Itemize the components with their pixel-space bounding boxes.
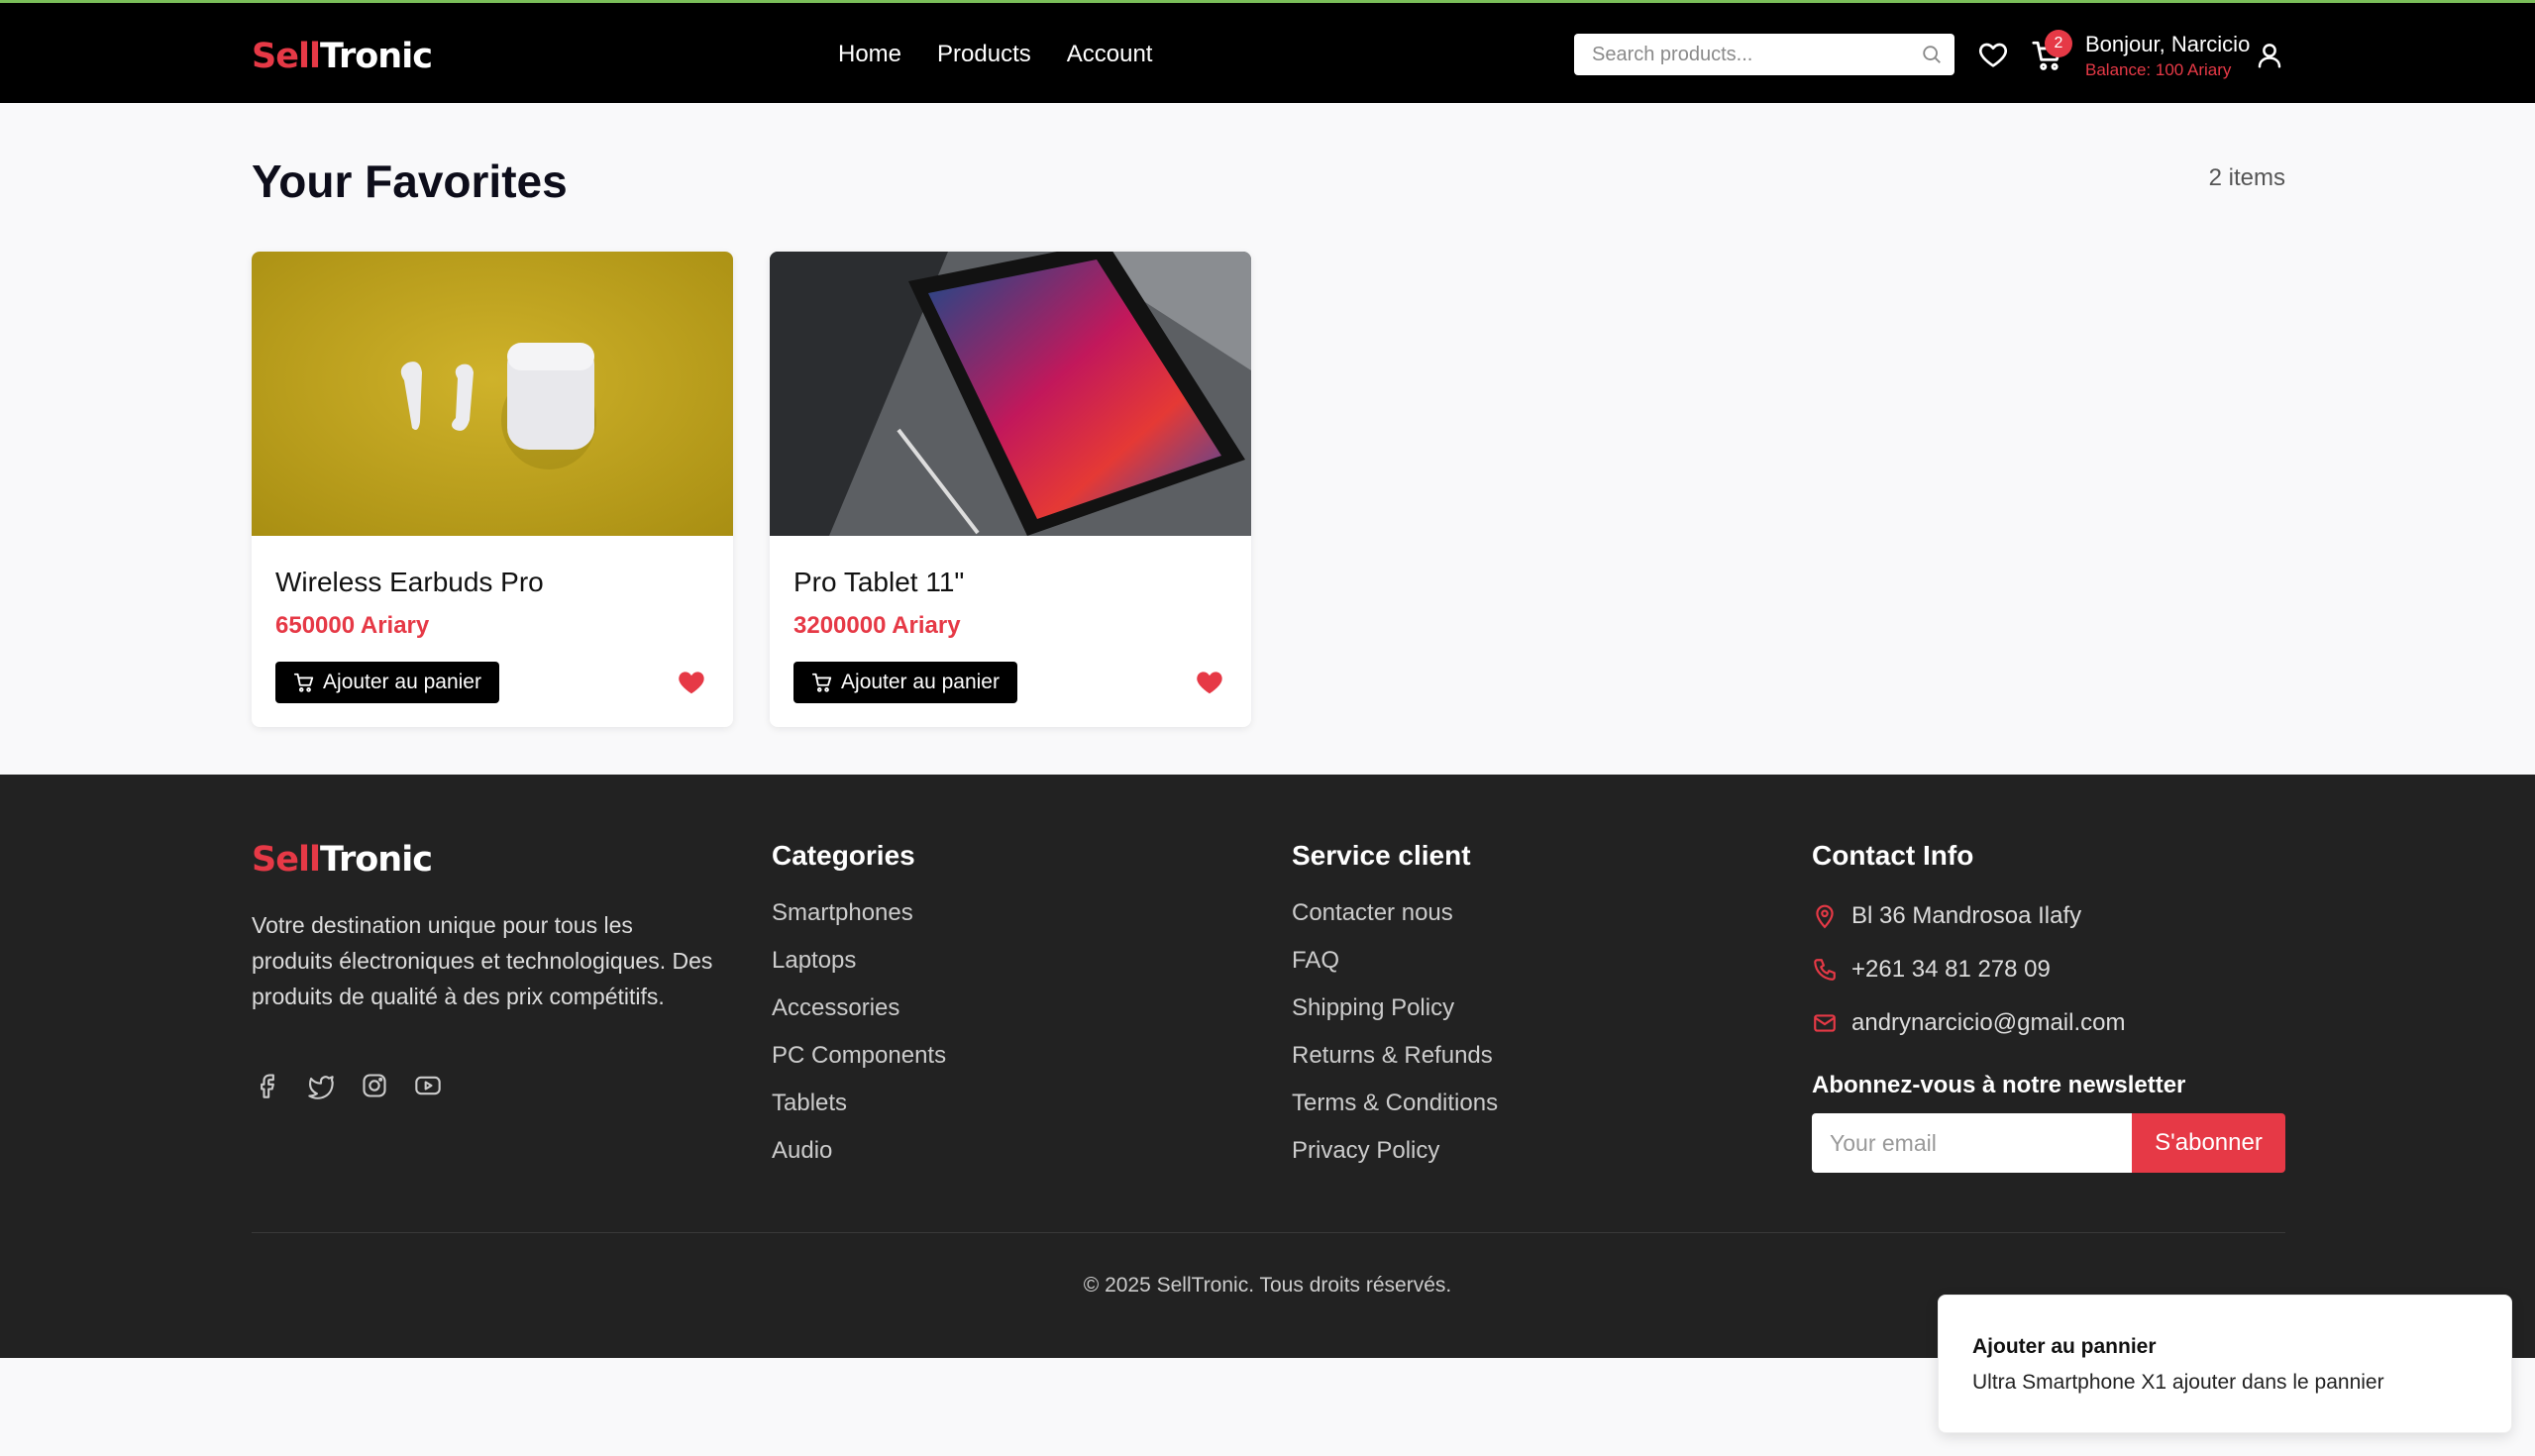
footer-link[interactable]: Tablets (772, 1090, 946, 1137)
product-image-tablet[interactable] (770, 252, 1251, 536)
add-to-cart-button[interactable]: Ajouter au panier (793, 662, 1017, 703)
footer-link[interactable]: Audio (772, 1137, 946, 1185)
footer-service-title: Service client (1292, 840, 1471, 871)
logo[interactable]: SellTronic (252, 37, 433, 76)
facebook-icon[interactable] (254, 1072, 281, 1099)
product-name[interactable]: Wireless Earbuds Pro (275, 567, 544, 598)
product-price: 3200000 Ariary (793, 612, 961, 639)
product-card[interactable]: Wireless Earbuds Pro 650000 Ariary Ajout… (252, 252, 733, 727)
footer-service: Service client Contacter nous FAQ Shippi… (1292, 840, 1498, 1185)
favorite-heart-icon[interactable] (1194, 668, 1225, 697)
footer-link[interactable]: Returns & Refunds (1292, 1042, 1498, 1090)
product-card[interactable]: Pro Tablet 11" 3200000 Ariary Ajouter au… (770, 252, 1251, 727)
add-to-cart-button[interactable]: Ajouter au panier (275, 662, 499, 703)
header: SellTronic Home Products Account 2 Bonjo… (0, 3, 2535, 103)
add-to-cart-label: Ajouter au panier (323, 671, 481, 693)
cart-icon (811, 673, 832, 692)
nav-products-link[interactable]: Products (937, 41, 1031, 68)
search-box (1574, 34, 1954, 75)
footer-link[interactable]: Smartphones (772, 899, 946, 947)
footer-link[interactable]: Contacter nous (1292, 899, 1498, 947)
product-image-earbuds[interactable] (252, 252, 733, 536)
add-to-cart-label: Ajouter au panier (841, 671, 1000, 693)
user-greeting: Bonjour, Narcicio (2085, 32, 2251, 56)
footer-link[interactable]: Privacy Policy (1292, 1137, 1498, 1185)
map-pin-icon (1816, 904, 1834, 929)
contact-address: Bl 36 Mandrosoa Ilafy (1812, 889, 2125, 943)
footer-categories-title: Categories (772, 840, 915, 871)
footer-logo[interactable]: SellTronic (252, 840, 433, 880)
footer-contact: Contact Info Bl 36 Mandrosoa Ilafy +261 … (1812, 840, 2125, 1050)
footer-categories: Categories Smartphones Laptops Accessori… (772, 840, 946, 1185)
search-input[interactable] (1574, 34, 1911, 75)
nav-home-link[interactable]: Home (838, 41, 901, 68)
toast-notification[interactable]: Ajouter au pannier Ultra Smartphone X1 a… (1938, 1295, 2512, 1433)
footer-link[interactable]: PC Components (772, 1042, 946, 1090)
page-title: Your Favorites (252, 156, 568, 207)
user-icon[interactable] (2255, 41, 2284, 70)
product-name[interactable]: Pro Tablet 11" (793, 567, 964, 598)
footer-description: Votre destination unique pour tous les p… (252, 912, 713, 1009)
cart-icon (293, 673, 314, 692)
footer-contact-title: Contact Info (1812, 840, 1974, 871)
product-price: 650000 Ariary (275, 612, 430, 639)
twitter-icon[interactable] (307, 1072, 335, 1099)
main-nav: Home Products Account (838, 41, 1152, 68)
newsletter-email-input[interactable] (1812, 1113, 2132, 1173)
instagram-icon[interactable] (361, 1072, 388, 1099)
toast-title: Ajouter au pannier (1972, 1335, 2157, 1358)
contact-email: andrynarcicio@gmail.com (1812, 996, 2125, 1050)
footer-link[interactable]: Shipping Policy (1292, 994, 1498, 1042)
footer-link[interactable]: Laptops (772, 947, 946, 994)
toast-message: Ultra Smartphone X1 ajouter dans le pann… (1972, 1371, 2384, 1394)
mail-icon (1814, 1014, 1836, 1032)
footer-link[interactable]: Accessories (772, 994, 946, 1042)
footer-divider (252, 1232, 2285, 1233)
favorite-heart-icon[interactable] (676, 668, 707, 697)
footer-link[interactable]: FAQ (1292, 947, 1498, 994)
contact-phone: +261 34 81 278 09 (1812, 943, 2125, 996)
heart-icon[interactable] (1976, 39, 2010, 70)
newsletter-title: Abonnez-vous à notre newsletter (1812, 1072, 2186, 1098)
nav-account-link[interactable]: Account (1067, 41, 1153, 68)
youtube-icon[interactable] (414, 1072, 442, 1099)
search-icon[interactable] (1921, 44, 1943, 65)
phone-icon (1814, 959, 1836, 981)
footer-link[interactable]: Terms & Conditions (1292, 1090, 1498, 1137)
subscribe-button[interactable]: S'abonner (2132, 1113, 2285, 1173)
user-balance: Balance: 100 Ariary (2085, 60, 2232, 79)
social-links (254, 1072, 442, 1099)
cart-count-badge: 2 (2045, 30, 2072, 57)
footer: SellTronic Votre destination unique pour… (0, 775, 2535, 1358)
item-count: 2 items (2208, 164, 2285, 191)
